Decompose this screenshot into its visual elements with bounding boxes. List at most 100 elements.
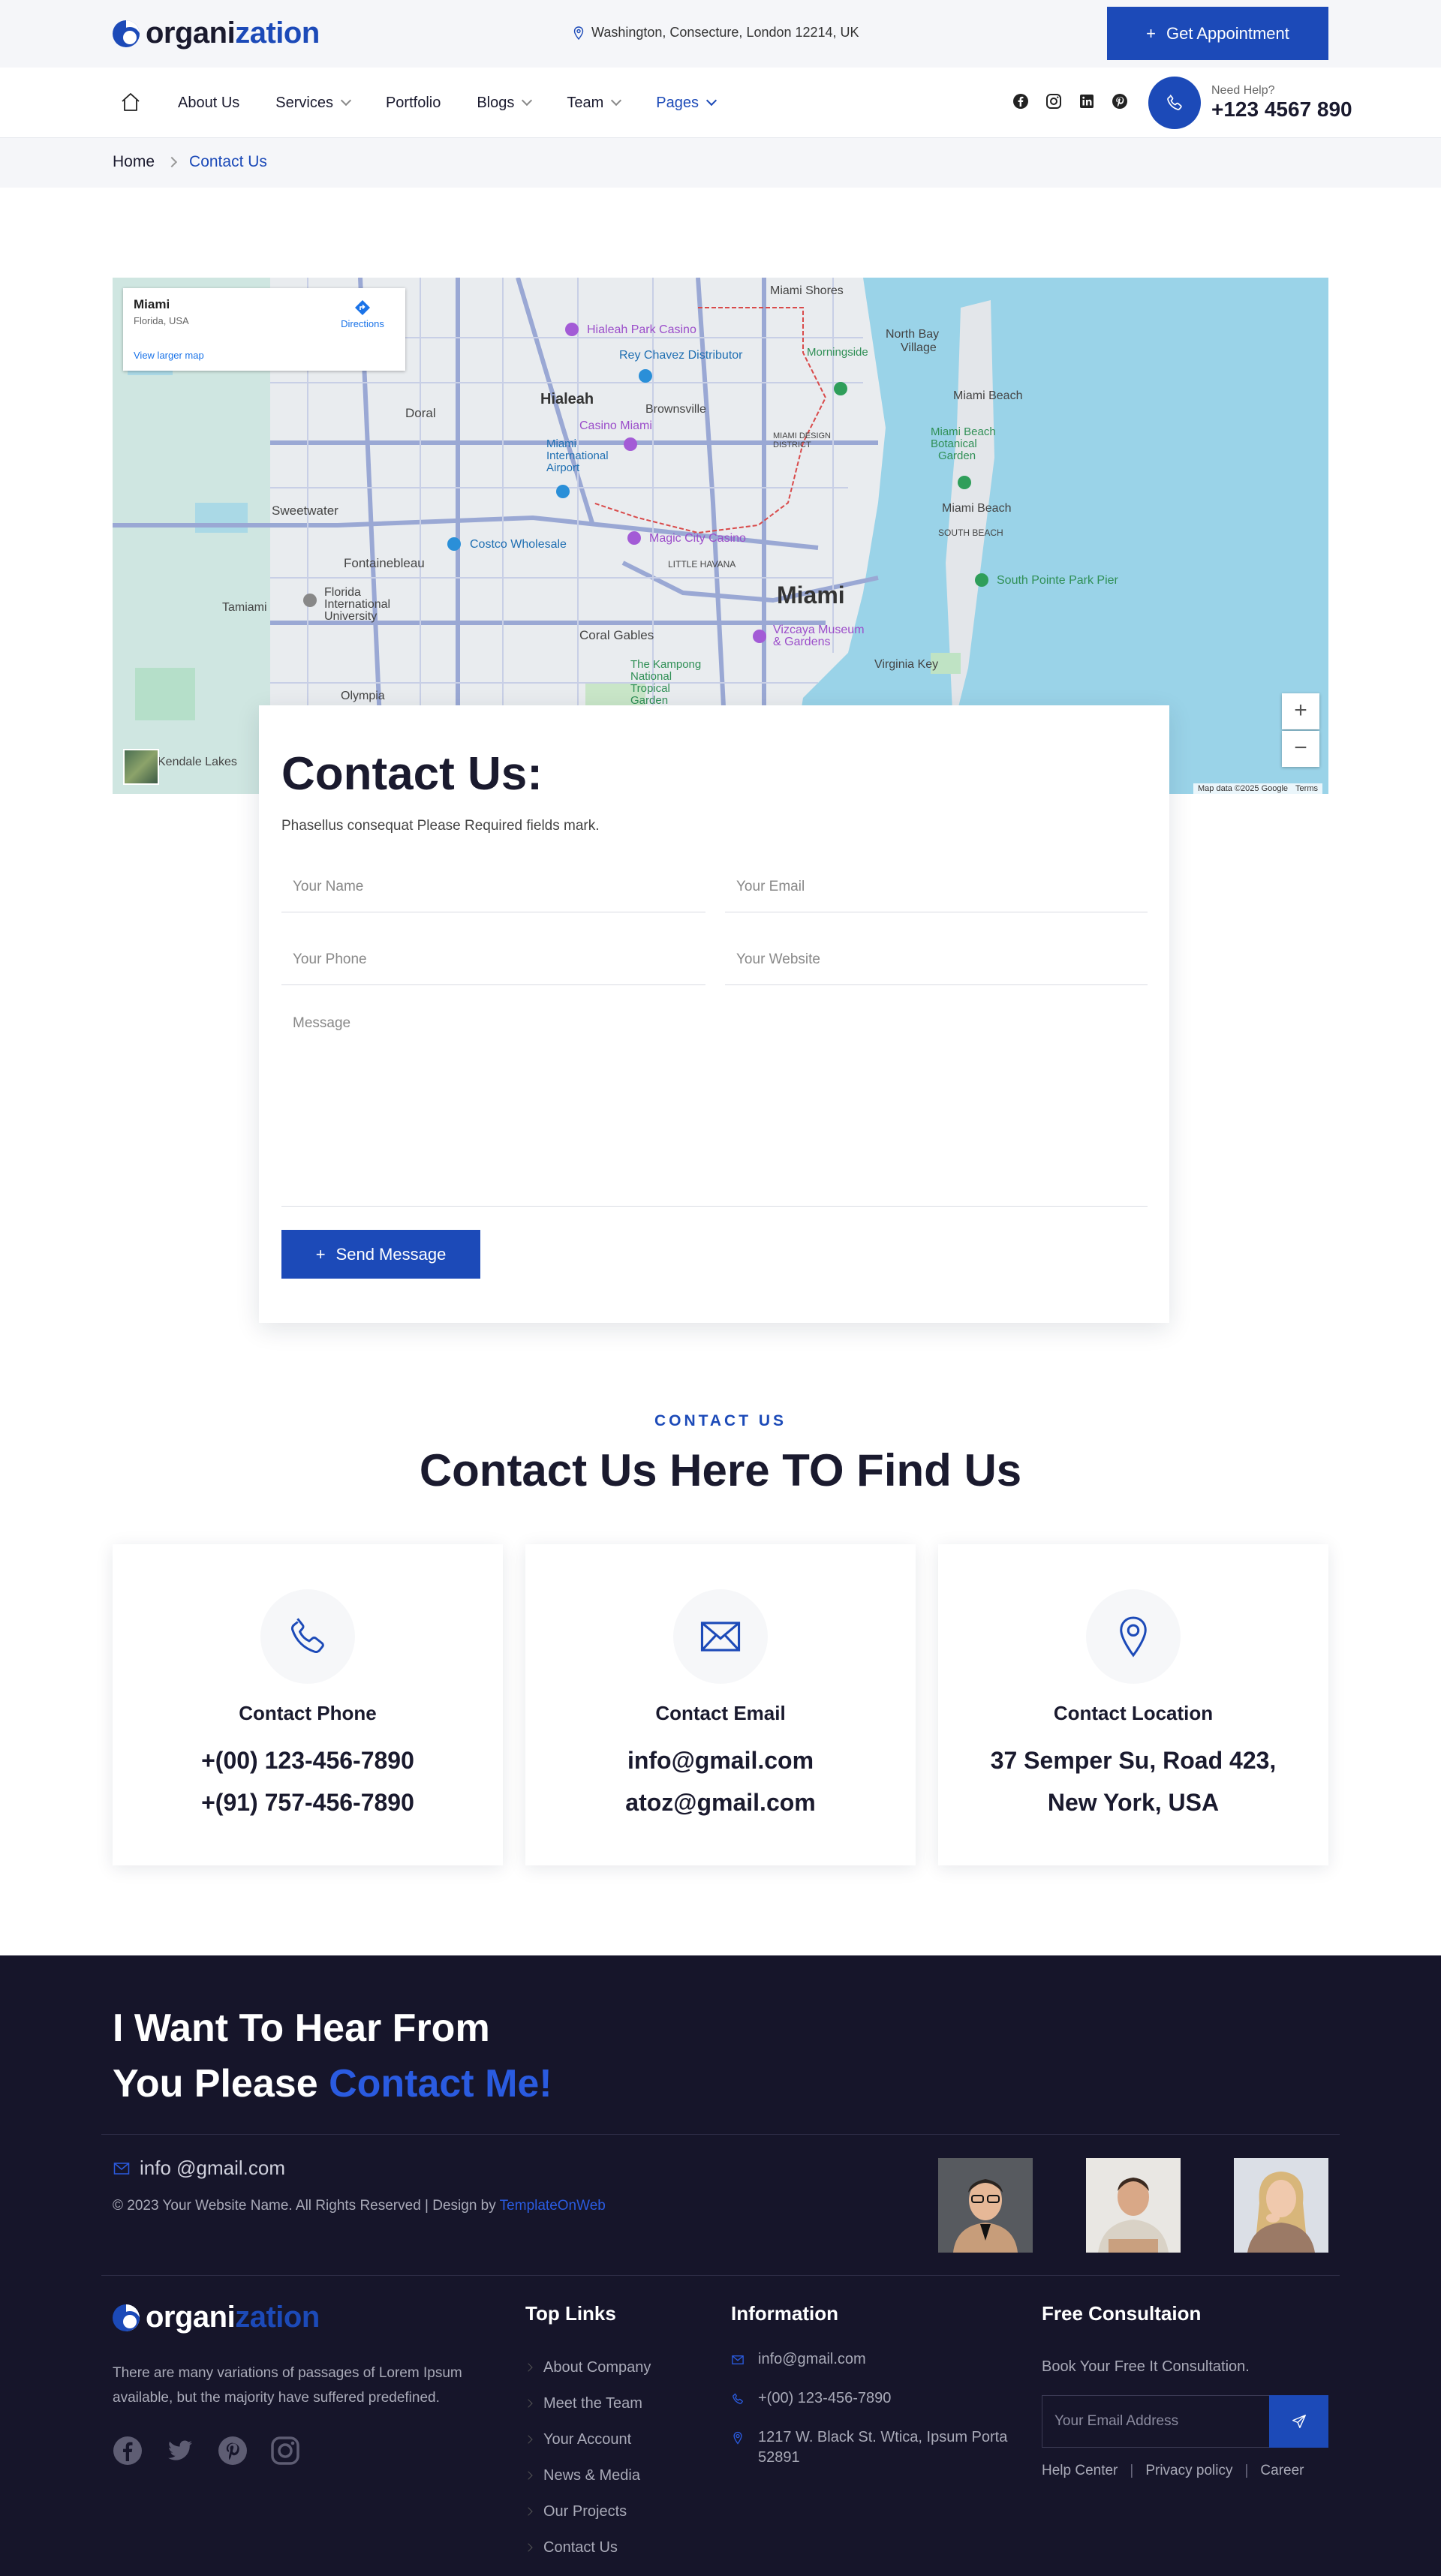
pinterest-icon[interactable]	[218, 2436, 248, 2466]
website-input[interactable]	[725, 934, 1148, 985]
chevron-down-icon	[611, 95, 622, 107]
home-icon[interactable]	[120, 92, 141, 113]
linkedin-icon[interactable]	[1078, 92, 1096, 110]
pinterest-icon[interactable]	[1111, 92, 1129, 110]
section-title: Contact Us Here TO Find Us	[419, 1445, 1022, 1495]
header-social-links	[1012, 92, 1129, 110]
map-satellite-toggle[interactable]	[123, 749, 159, 785]
svg-text:Miami Beach: Miami Beach	[953, 389, 1022, 402]
top-bar: organization Washington, Consecture, Lon…	[0, 0, 1441, 68]
map-zoom-out-button[interactable]: −	[1282, 731, 1319, 767]
svg-text:Fontainebleau: Fontainebleau	[344, 556, 425, 570]
footer-link-meet-the-team[interactable]: Meet the Team	[524, 2385, 651, 2421]
nav-item-blogs[interactable]: Blogs	[477, 95, 533, 112]
career-link[interactable]: Career	[1260, 2463, 1304, 2479]
card-line-2[interactable]: +(91) 757-456-7890	[113, 1789, 503, 1817]
chevron-right-icon	[524, 2543, 533, 2552]
envelope-icon	[113, 2162, 130, 2175]
help-center-link[interactable]: Help Center	[1042, 2463, 1118, 2479]
chevron-right-icon	[524, 2507, 533, 2516]
phone-icon	[1167, 95, 1182, 110]
card-line-2[interactable]: atoz@gmail.com	[525, 1789, 916, 1817]
team-avatar[interactable]	[1086, 2158, 1181, 2253]
logo-text-part2: zation	[235, 17, 320, 50]
nav-item-portfolio[interactable]: Portfolio	[386, 95, 441, 112]
privacy-policy-link[interactable]: Privacy policy	[1145, 2463, 1232, 2479]
subscribe-email-input[interactable]	[1042, 2395, 1270, 2448]
info-phone[interactable]: +(00) 123-456-7890	[731, 2388, 1016, 2412]
logo-text-part1: organi	[146, 2301, 236, 2334]
footer-link-our-projects[interactable]: Our Projects	[524, 2493, 651, 2529]
footer-email-text: info @gmail.com	[140, 2157, 286, 2179]
footer-headline-line2: You Please	[113, 2062, 329, 2106]
view-larger-map-link[interactable]: View larger map	[134, 350, 204, 361]
send-message-button[interactable]: + Send Message	[281, 1230, 480, 1279]
message-textarea[interactable]	[281, 1002, 1148, 1207]
svg-text:Miami Beach: Miami Beach	[931, 425, 996, 438]
top-address: Washington, Consecture, London 12214, UK	[573, 25, 859, 41]
form-note: Phasellus consequat Please Required fiel…	[281, 818, 600, 834]
card-line-1[interactable]: +(00) 123-456-7890	[113, 1747, 503, 1775]
footer-headline: I Want To Hear From You Please Contact M…	[113, 2000, 552, 2112]
footer-headline-accent[interactable]: Contact Me!	[329, 2062, 552, 2106]
svg-text:& Gardens: & Gardens	[773, 636, 830, 648]
footer-link-contact-us[interactable]: Contact Us	[524, 2529, 651, 2565]
nav-item-label: About Us	[178, 94, 240, 111]
map-place-name: Miami	[134, 297, 170, 311]
footer-link-label: Meet the Team	[543, 2394, 642, 2412]
facebook-icon[interactable]	[1012, 92, 1030, 110]
directions-button[interactable]: Directions	[336, 299, 389, 329]
link-separator: |	[1130, 2463, 1134, 2478]
footer-email[interactable]: info @gmail.com	[113, 2157, 285, 2180]
svg-text:Tamiami: Tamiami	[222, 601, 267, 614]
footer-link-label: Your Account	[543, 2430, 632, 2448]
card-line-1[interactable]: info@gmail.com	[525, 1747, 916, 1775]
location-pin-icon	[731, 2427, 746, 2468]
team-avatar[interactable]	[938, 2158, 1033, 2253]
nav-item-label: Portfolio	[385, 94, 441, 111]
breadcrumb-bar: Home Contact Us	[0, 138, 1441, 188]
footer-link-news-media[interactable]: News & Media	[524, 2457, 651, 2493]
twitter-icon[interactable]	[165, 2436, 195, 2466]
svg-text:Miami Beach: Miami Beach	[942, 502, 1011, 515]
card-icon-circle	[1086, 1589, 1181, 1684]
top-links-list: About Company Meet the Team Your Account…	[524, 2349, 651, 2565]
site-logo[interactable]: organization	[113, 17, 320, 50]
info-email[interactable]: info@gmail.com	[731, 2349, 1016, 2373]
phone-input[interactable]	[281, 934, 705, 985]
map-terms-link[interactable]: Terms	[1295, 784, 1318, 793]
team-avatar[interactable]	[1234, 2158, 1328, 2253]
map-zoom-in-button[interactable]: +	[1282, 693, 1319, 729]
phone-icon	[731, 2388, 746, 2412]
svg-text:Costco Wholesale: Costco Wholesale	[470, 538, 567, 551]
email-input[interactable]	[725, 861, 1148, 912]
footer-divider	[101, 2275, 1340, 2276]
nav-item-pages[interactable]: Pages	[656, 94, 717, 112]
chevron-right-icon	[524, 2435, 533, 2444]
designer-link[interactable]: TemplateOnWeb	[500, 2198, 606, 2214]
contact-email-card: Contact Email info@gmail.com atoz@gmail.…	[525, 1544, 916, 1865]
info-address-text: 1217 W. Black St. Wtica, Ipsum Porta 528…	[758, 2429, 1008, 2466]
help-phone-number[interactable]: +123 4567 890	[1211, 98, 1352, 122]
footer-logo[interactable]: organization	[113, 2301, 320, 2334]
card-title: Contact Location	[1053, 1702, 1214, 1724]
get-appointment-button[interactable]: + Get Appointment	[1107, 7, 1328, 60]
nav-item-services[interactable]: Services	[275, 95, 352, 112]
instagram-icon[interactable]	[1045, 92, 1063, 110]
svg-text:LITTLE HAVANA: LITTLE HAVANA	[668, 559, 736, 570]
subscribe-button[interactable]	[1269, 2395, 1328, 2448]
send-icon	[1292, 2415, 1306, 2428]
footer-link-about-company[interactable]: About Company	[524, 2349, 651, 2385]
facebook-icon[interactable]	[113, 2436, 143, 2466]
nav-item-about-us[interactable]: About Us	[178, 95, 239, 112]
nav-item-label: Pages	[656, 94, 699, 111]
link-separator: |	[1244, 2463, 1249, 2478]
chevron-right-icon	[524, 2399, 533, 2408]
footer-link-your-account[interactable]: Your Account	[524, 2421, 651, 2457]
instagram-icon[interactable]	[270, 2436, 300, 2466]
nav-item-team[interactable]: Team	[567, 95, 622, 112]
breadcrumb-home[interactable]: Home	[113, 153, 155, 171]
name-input[interactable]	[281, 861, 705, 912]
help-phone-button[interactable]	[1148, 77, 1201, 129]
section-eyebrow: CONTACT US	[654, 1412, 787, 1429]
